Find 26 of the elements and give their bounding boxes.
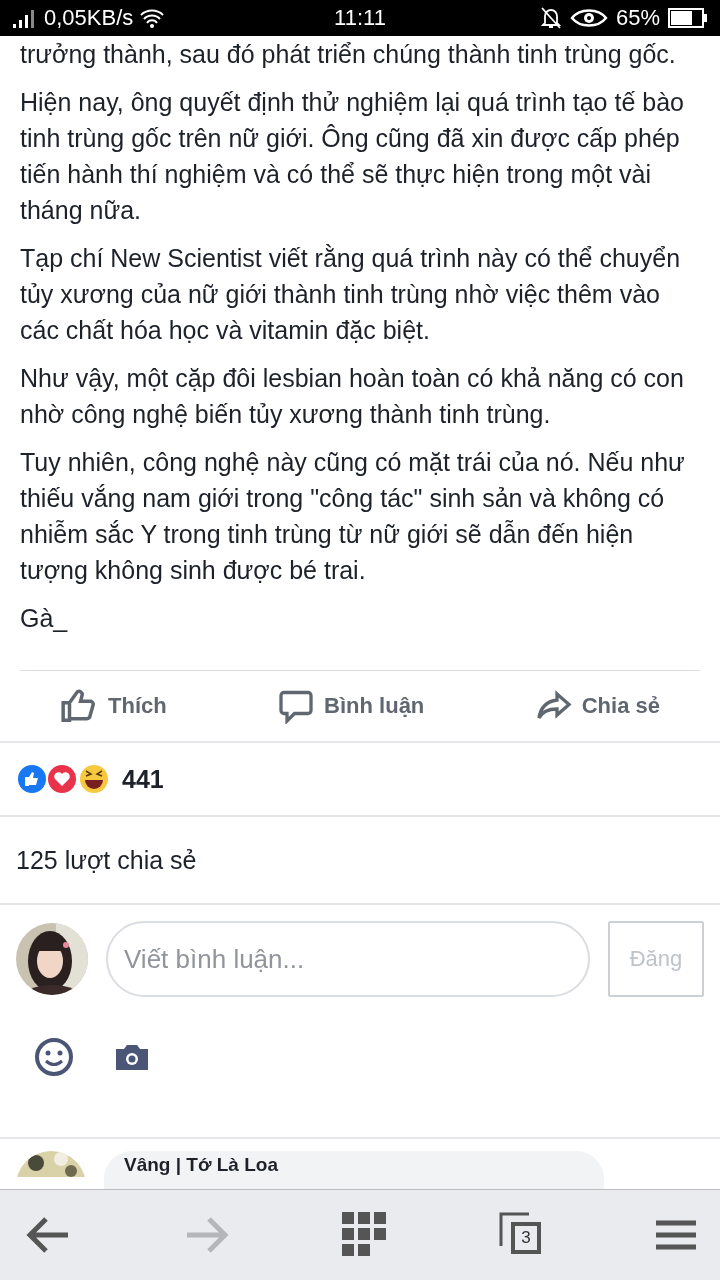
muted-bell-icon bbox=[539, 6, 562, 30]
wifi-icon bbox=[139, 8, 166, 28]
clock: 11:11 bbox=[334, 5, 386, 31]
article-paragraph: Tuy nhiên, công nghệ này cũng có mặt trái của nó. Nếu như thiếu vắng nam giới trong "công tác" sinh sản và không có nhiễm sắc Y trong tinh trùng từ nữ giới sẽ dẫn đến hiện tượng không sinh được bé trai. bbox=[20, 447, 686, 586]
grid-button[interactable] bbox=[342, 1212, 388, 1258]
network-speed: 0,05KB/s bbox=[44, 5, 134, 31]
article-paragraph: Như vậy, một cặp đôi lesbian hoàn toàn có khả năng có con nhờ công nghệ biến tủy xương thành tinh trùng. bbox=[20, 363, 685, 430]
tabs-button[interactable]: 3 bbox=[499, 1212, 545, 1258]
article-paragraph: Gà_ bbox=[20, 603, 69, 634]
camera-icon[interactable] bbox=[114, 1043, 150, 1071]
battery-icon bbox=[668, 8, 708, 28]
reaction-count[interactable]: 441 bbox=[122, 764, 164, 794]
speech-bubble-icon bbox=[278, 688, 315, 724]
like-button[interactable]: Thích bbox=[60, 687, 167, 725]
thumbs-up-icon bbox=[60, 687, 98, 725]
share-button[interactable]: Chia sẻ bbox=[535, 688, 660, 724]
comment-button[interactable]: Bình luận bbox=[278, 688, 425, 724]
share-count[interactable]: 125 lượt chia sẻ bbox=[16, 845, 197, 875]
comment-author[interactable]: Vâng | Tớ Là Loa bbox=[124, 1154, 278, 1175]
smiley-icon[interactable] bbox=[34, 1037, 74, 1077]
eye-icon bbox=[569, 7, 608, 29]
article-paragraph: trưởng thành, sau đó phát triển chúng thành tinh trùng gốc. bbox=[20, 39, 677, 70]
article-paragraph: Hiện nay, ông quyết định thử nghiệm lại quá trình tạo tế bào tinh trùng gốc trên nữ giới. Ông cũng đã xin được cấp phép tiến hành thí nghiệm và có thể sẽ thực hiện trong một vài tháng nữa. bbox=[20, 87, 685, 226]
menu-button[interactable] bbox=[656, 1219, 696, 1251]
battery-percent: 65% bbox=[615, 5, 660, 31]
article-paragraph: Tạp chí New Scientist viết rằng quá trình này có thể chuyển tủy xương của nữ giới thành tinh trùng nhờ việc thêm vào các chất hóa học và vitamin đặc biệt. bbox=[20, 243, 682, 346]
